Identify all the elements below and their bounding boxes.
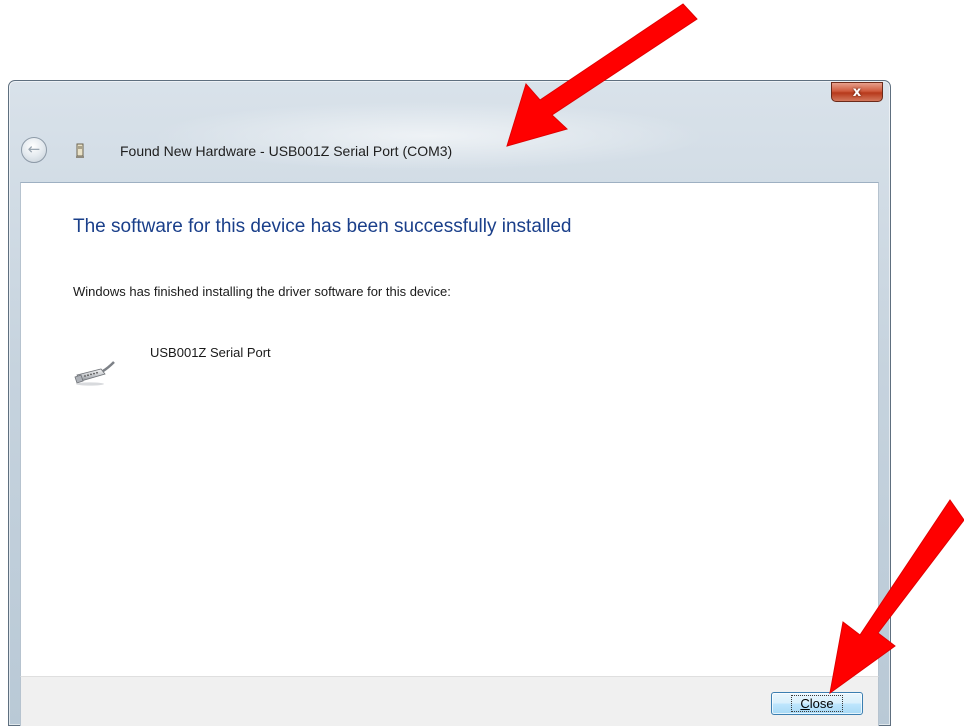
- arrow-to-title-icon: [506, 3, 698, 147]
- screenshot-stage: x ← Found New Hardware - USB001Z Serial …: [0, 0, 964, 726]
- annotation-arrows: [506, 3, 964, 695]
- arrow-to-close-button-icon: [829, 499, 964, 695]
